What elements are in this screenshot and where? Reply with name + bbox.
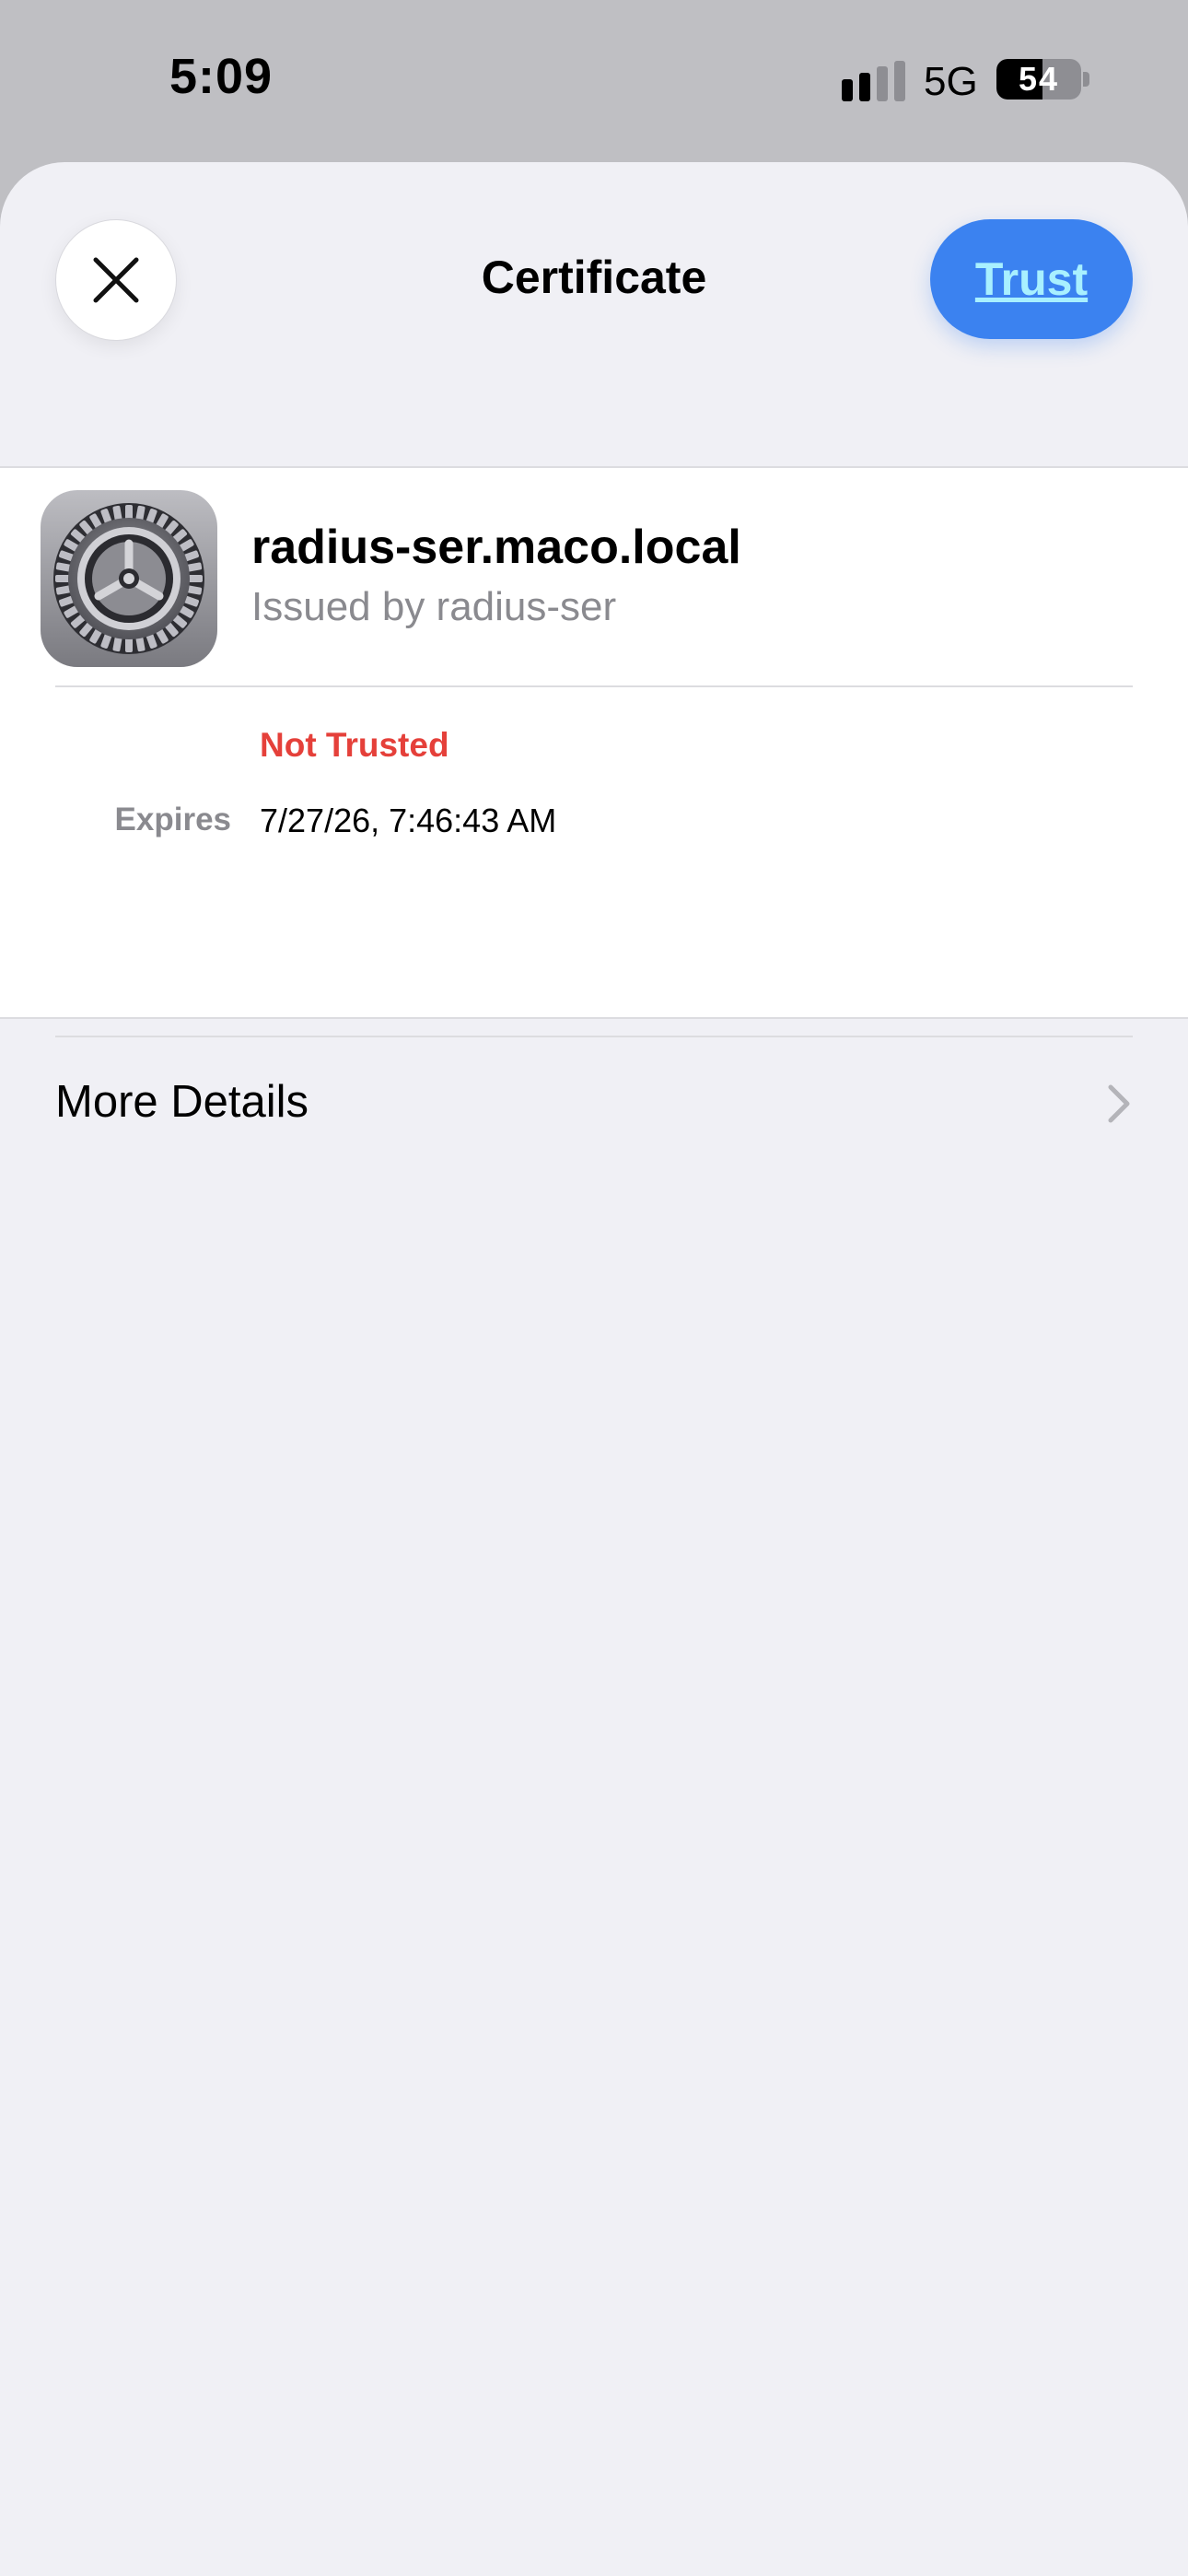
certificate-name: radius-ser.maco.local bbox=[251, 521, 741, 574]
gear-tooth bbox=[188, 575, 203, 582]
battery-cap bbox=[1083, 72, 1089, 87]
battery-level: 54 bbox=[1018, 60, 1060, 98]
certificate-sheet: Certificate Trust radius-ser.maco.local … bbox=[0, 162, 1188, 2576]
more-details-label: More Details bbox=[55, 1077, 309, 1127]
certificate-issuer: Issued by radius-ser bbox=[251, 584, 617, 629]
trust-status-badge: Not Trusted bbox=[260, 726, 449, 764]
more-details-row[interactable]: More Details bbox=[0, 1036, 1188, 1183]
gear-tooth bbox=[125, 638, 133, 652]
expires-label: Expires bbox=[114, 802, 231, 837]
expires-value: 7/27/26, 7:46:43 AM bbox=[260, 802, 557, 839]
cellular-signal-icon bbox=[842, 61, 905, 101]
gear-tooth bbox=[55, 575, 70, 582]
trust-button[interactable]: Trust bbox=[930, 219, 1133, 339]
status-bar: 5:09 5G 54 bbox=[0, 0, 1188, 162]
network-type: 5G bbox=[924, 59, 978, 104]
status-time: 5:09 bbox=[169, 49, 274, 104]
chevron-right-icon bbox=[1108, 1084, 1130, 1123]
certificate-card: radius-ser.maco.local Issued by radius-s… bbox=[0, 466, 1188, 1037]
battery-icon: 54 bbox=[996, 59, 1081, 100]
gear-tooth bbox=[125, 505, 133, 520]
settings-gear-icon bbox=[41, 490, 217, 667]
divider bbox=[55, 685, 1133, 687]
